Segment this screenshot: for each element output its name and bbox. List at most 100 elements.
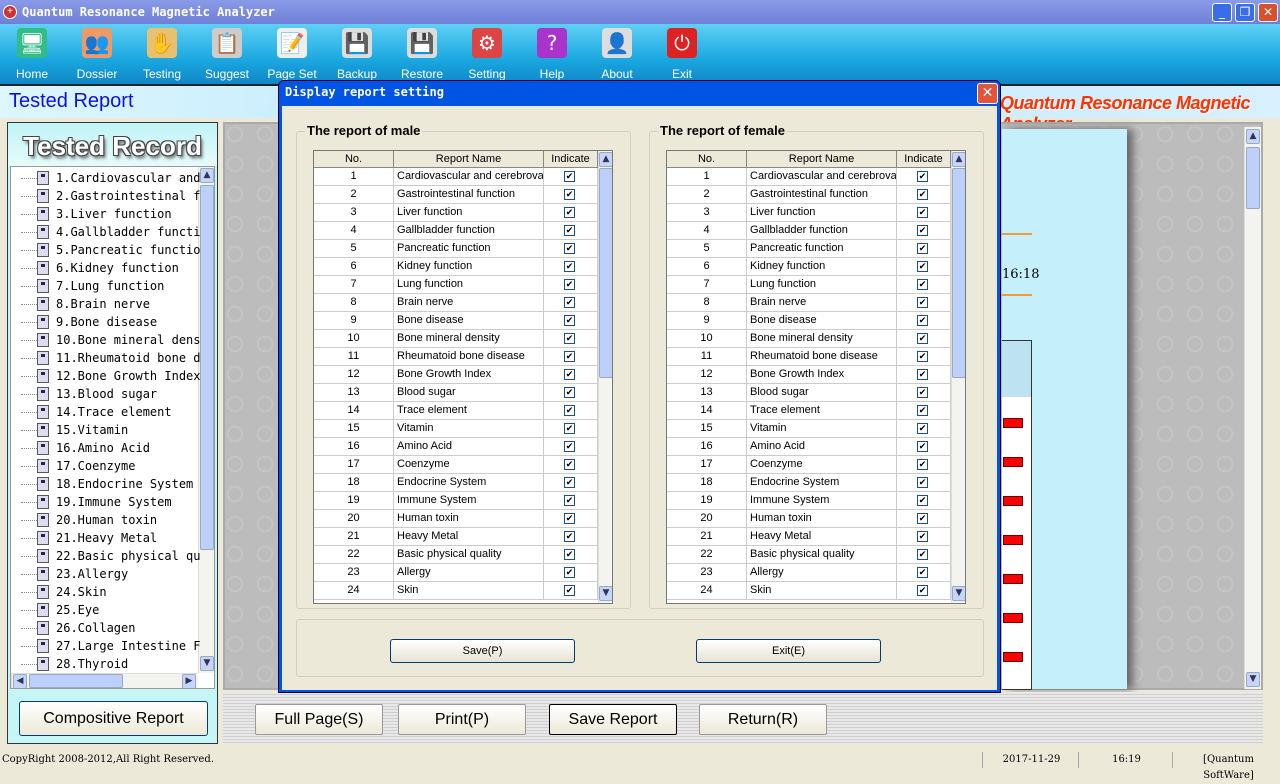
tree-item[interactable]: 5.Pancreatic functio: [11, 241, 211, 259]
column-header-no[interactable]: No.: [314, 151, 394, 168]
indicate-checkbox[interactable]: ✔: [564, 585, 575, 596]
tree-item[interactable]: 13.Blood sugar: [11, 385, 211, 403]
female-table-scrollbar[interactable]: ▲ ▼: [951, 151, 965, 603]
print-button[interactable]: Print(P): [398, 704, 526, 735]
indicate-checkbox[interactable]: ✔: [917, 585, 928, 596]
toolbar-backup-button[interactable]: 💾 Backup: [325, 28, 389, 81]
indicate-checkbox[interactable]: ✔: [917, 189, 928, 200]
tree-item[interactable]: 3.Liver function: [11, 205, 211, 223]
indicate-checkbox[interactable]: ✔: [917, 369, 928, 380]
exit-button[interactable]: Exit(E): [696, 639, 881, 663]
indicate-checkbox[interactable]: ✔: [564, 279, 575, 290]
indicate-checkbox[interactable]: ✔: [917, 567, 928, 578]
indicate-checkbox[interactable]: ✔: [564, 405, 575, 416]
tree-item[interactable]: 17.Coenzyme: [11, 457, 211, 475]
toolbar-home-button[interactable]: 🖥 Home: [0, 28, 64, 81]
tree-item[interactable]: 2.Gastrointestinal f: [11, 187, 211, 205]
indicate-checkbox[interactable]: ✔: [917, 333, 928, 344]
indicate-checkbox[interactable]: ✔: [564, 243, 575, 254]
tree-item[interactable]: 1.Cardiovascular and: [11, 169, 211, 187]
indicate-checkbox[interactable]: ✔: [564, 297, 575, 308]
indicate-checkbox[interactable]: ✔: [564, 315, 575, 326]
indicate-checkbox[interactable]: ✔: [917, 513, 928, 524]
column-header-indicate[interactable]: Indicate: [897, 151, 951, 168]
viewer-vertical-scrollbar[interactable]: ▲ ▼: [1244, 127, 1261, 689]
scroll-thumb[interactable]: [1246, 147, 1260, 209]
tree-item[interactable]: 19.Immune System: [11, 493, 211, 511]
indicate-checkbox[interactable]: ✔: [564, 531, 575, 542]
indicate-checkbox[interactable]: ✔: [564, 225, 575, 236]
indicate-checkbox[interactable]: ✔: [564, 513, 575, 524]
save-report-button[interactable]: Save Report: [549, 704, 677, 735]
indicate-checkbox[interactable]: ✔: [564, 171, 575, 182]
tree-item[interactable]: 22.Basic physical qu: [11, 547, 211, 565]
indicate-checkbox[interactable]: ✔: [917, 549, 928, 560]
toolbar-restore-button[interactable]: 💾 Restore: [390, 28, 454, 81]
indicate-checkbox[interactable]: ✔: [917, 351, 928, 362]
tree-item[interactable]: 8.Brain nerve: [11, 295, 211, 313]
toolbar-suggest-button[interactable]: 📋 Suggest: [195, 28, 259, 81]
scroll-left-button[interactable]: ◀: [13, 674, 27, 688]
toolbar-exit-button[interactable]: ⏻ Exit: [650, 28, 714, 81]
scroll-right-button[interactable]: ▶: [182, 674, 196, 688]
column-header-name[interactable]: Report Name: [747, 151, 897, 168]
tree-item[interactable]: 12.Bone Growth Index: [11, 367, 211, 385]
h-scroll-thumb[interactable]: [29, 674, 123, 688]
toolbar-dossier-button[interactable]: 👥 Dossier: [65, 28, 129, 81]
toolbar-page-set-button[interactable]: 📝 Page Set: [260, 28, 324, 81]
toolbar-testing-button[interactable]: ✋ Testing: [130, 28, 194, 81]
tree-item[interactable]: 10.Bone mineral dens: [11, 331, 211, 349]
indicate-checkbox[interactable]: ✔: [917, 531, 928, 542]
indicate-checkbox[interactable]: ✔: [917, 387, 928, 398]
toolbar-setting-button[interactable]: ⚙ Setting: [455, 28, 519, 81]
cross-circle-icon[interactable]: +: [3, 5, 17, 19]
tree-item[interactable]: 16.Amino Acid: [11, 439, 211, 457]
indicate-checkbox[interactable]: ✔: [917, 243, 928, 254]
indicate-checkbox[interactable]: ✔: [917, 207, 928, 218]
column-header-no[interactable]: No.: [667, 151, 747, 168]
tree-horizontal-scrollbar[interactable]: ◀ ▶: [11, 673, 198, 688]
minimize-button[interactable]: _: [1212, 3, 1232, 22]
tree-item[interactable]: 7.Lung function: [11, 277, 211, 295]
indicate-checkbox[interactable]: ✔: [917, 423, 928, 434]
indicate-checkbox[interactable]: ✔: [564, 477, 575, 488]
scroll-down-button[interactable]: ▼: [599, 586, 612, 601]
tree-item[interactable]: 14.Trace element: [11, 403, 211, 421]
indicate-checkbox[interactable]: ✔: [564, 333, 575, 344]
save-button[interactable]: Save(P): [390, 639, 575, 663]
scroll-up-button[interactable]: ▲: [599, 152, 612, 167]
compositive-report-button[interactable]: Compositive Report: [19, 701, 208, 736]
column-header-indicate[interactable]: Indicate: [544, 151, 598, 168]
indicate-checkbox[interactable]: ✔: [917, 279, 928, 290]
indicate-checkbox[interactable]: ✔: [564, 189, 575, 200]
full-page-button[interactable]: Full Page(S): [255, 704, 383, 735]
tree-item[interactable]: 20.Human toxin: [11, 511, 211, 529]
indicate-checkbox[interactable]: ✔: [564, 369, 575, 380]
tree-item[interactable]: 23.Allergy: [11, 565, 211, 583]
scroll-down-button[interactable]: ▼: [952, 586, 965, 601]
scroll-up-button[interactable]: ▲: [952, 152, 965, 167]
tree-item[interactable]: 9.Bone disease: [11, 313, 211, 331]
indicate-checkbox[interactable]: ✔: [917, 495, 928, 506]
scroll-thumb[interactable]: [599, 168, 612, 378]
tree-item[interactable]: 4.Gallbladder functi: [11, 223, 211, 241]
dialog-close-button[interactable]: ✕: [977, 83, 998, 104]
scroll-thumb[interactable]: [952, 168, 965, 378]
tree-item[interactable]: 6.Kidney function: [11, 259, 211, 277]
scroll-up-button[interactable]: ▲: [1246, 129, 1260, 144]
scroll-down-button[interactable]: ▼: [1246, 672, 1260, 687]
indicate-checkbox[interactable]: ✔: [564, 351, 575, 362]
tree-item[interactable]: 27.Large Intestine F: [11, 637, 211, 655]
maximize-button[interactable]: ❐: [1235, 3, 1255, 22]
tree-item[interactable]: 28.Thyroid: [11, 655, 211, 673]
indicate-checkbox[interactable]: ✔: [564, 549, 575, 560]
indicate-checkbox[interactable]: ✔: [917, 441, 928, 452]
tree-item[interactable]: 24.Skin: [11, 583, 211, 601]
indicate-checkbox[interactable]: ✔: [564, 495, 575, 506]
column-header-name[interactable]: Report Name: [394, 151, 544, 168]
indicate-checkbox[interactable]: ✔: [564, 207, 575, 218]
indicate-checkbox[interactable]: ✔: [917, 171, 928, 182]
tree-item[interactable]: 18.Endocrine System: [11, 475, 211, 493]
tree-item[interactable]: 15.Vitamin: [11, 421, 211, 439]
indicate-checkbox[interactable]: ✔: [917, 405, 928, 416]
